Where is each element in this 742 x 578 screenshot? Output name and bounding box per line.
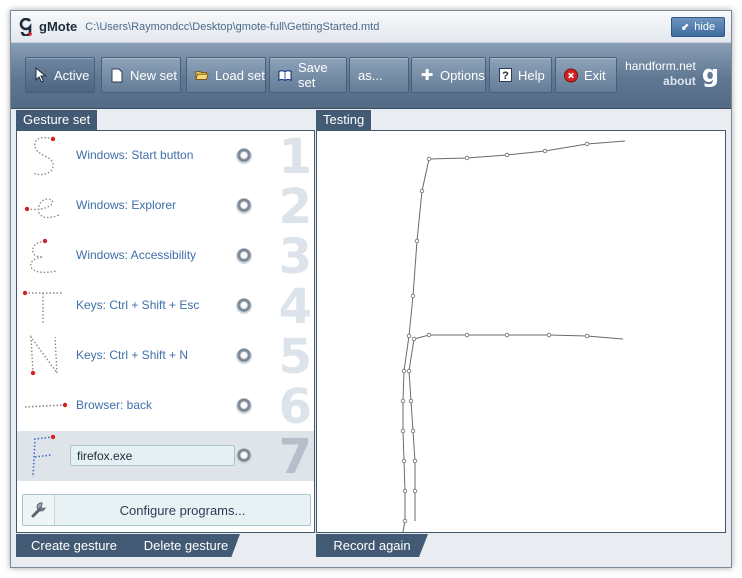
gesture-label: Windows: Accessibility bbox=[76, 248, 197, 262]
help-icon: ? bbox=[498, 67, 512, 83]
hide-label: hide bbox=[694, 21, 716, 33]
brand-logo: g bbox=[701, 60, 719, 88]
arrow-down-left-icon: ⬋ bbox=[680, 21, 690, 33]
gesture-name-input[interactable]: firefox.exe bbox=[70, 445, 235, 466]
gesture-label: Browser: back bbox=[76, 398, 153, 412]
exit-button[interactable]: Exit bbox=[555, 57, 617, 93]
file-path: C:\Users\Raymondcc\Desktop\gmote-full\Ge… bbox=[85, 20, 380, 33]
brand-link[interactable]: handform.net bbox=[625, 59, 696, 74]
configure-programs-button[interactable]: Configure programs... bbox=[22, 494, 311, 526]
gesture-label: Windows: Explorer bbox=[76, 198, 177, 212]
open-folder-icon bbox=[195, 67, 209, 83]
save-set-label: Save set bbox=[298, 60, 328, 90]
about-link[interactable]: about bbox=[625, 74, 696, 89]
help-button[interactable]: ? Help bbox=[489, 57, 552, 93]
toolbar: Active New set Load set Save set as... ✚… bbox=[11, 43, 731, 109]
new-set-button[interactable]: New set bbox=[101, 57, 181, 93]
wrench-icon bbox=[23, 495, 55, 525]
gesture-label: Keys: Ctrl + Shift + Esc bbox=[76, 298, 200, 312]
gesture-row[interactable]: Windows: Accessibility 3 bbox=[17, 229, 314, 285]
gesture-e-icon bbox=[24, 198, 60, 219]
gesture-list: Windows: Start button 1 Windows: Explore… bbox=[16, 129, 315, 533]
gesture-settings-icon[interactable] bbox=[236, 348, 252, 364]
title-bar: gMote C:\Users\Raymondcc\Desktop\gmote-f… bbox=[11, 11, 731, 43]
delete-gesture-button[interactable]: Delete gesture bbox=[132, 534, 240, 557]
active-label: Active bbox=[54, 67, 90, 83]
close-circle-icon bbox=[564, 67, 578, 83]
record-again-button[interactable]: Record again bbox=[316, 534, 428, 557]
app-window: gMote C:\Users\Raymondcc\Desktop\gmote-f… bbox=[10, 10, 732, 568]
gesture-number: 1 bbox=[278, 129, 312, 185]
create-gesture-button[interactable]: Create gesture bbox=[16, 534, 132, 557]
gesture-settings-icon[interactable] bbox=[236, 448, 252, 464]
gesture-s-icon bbox=[32, 136, 56, 176]
testing-canvas[interactable] bbox=[316, 130, 726, 533]
new-set-label: New set bbox=[130, 67, 177, 83]
plus-icon: ✚ bbox=[420, 67, 434, 84]
gesture-number: 5 bbox=[278, 329, 312, 385]
test-gesture-trace bbox=[400, 140, 626, 532]
gesture-row[interactable]: Windows: Start button 1 bbox=[17, 129, 314, 185]
options-button[interactable]: ✚ Options bbox=[411, 57, 486, 93]
gesture-settings-icon[interactable] bbox=[236, 398, 252, 414]
new-document-icon bbox=[110, 67, 124, 83]
gesture-e-icon bbox=[30, 238, 58, 274]
gesture-number: 6 bbox=[278, 379, 312, 435]
help-label: Help bbox=[518, 67, 545, 83]
gesture-number: 4 bbox=[278, 279, 312, 335]
gesture-back-line-icon bbox=[24, 402, 67, 408]
gesture-number: 2 bbox=[278, 179, 312, 235]
gesture-label: Windows: Start button bbox=[76, 148, 194, 162]
configure-programs-label: Configure programs... bbox=[119, 503, 246, 518]
gmote-logo-icon bbox=[19, 17, 33, 36]
gesture-t-icon bbox=[23, 290, 63, 323]
gesture-set-tab: Gesture set bbox=[16, 110, 98, 130]
book-icon bbox=[278, 67, 292, 83]
gesture-row[interactable]: Keys: Ctrl + Shift + Esc 4 bbox=[17, 279, 314, 335]
gesture-row[interactable]: Windows: Explorer 2 bbox=[17, 179, 314, 235]
save-set-button[interactable]: Save set bbox=[269, 57, 347, 93]
gesture-settings-icon[interactable] bbox=[236, 298, 252, 314]
brand-block[interactable]: handform.net about g bbox=[625, 59, 719, 89]
load-set-button[interactable]: Load set bbox=[186, 57, 266, 93]
gesture-row[interactable]: Keys: Ctrl + Shift + N 5 bbox=[17, 329, 314, 385]
svg-text:?: ? bbox=[502, 70, 509, 82]
gesture-n-icon bbox=[30, 334, 58, 376]
save-as-button[interactable]: as... bbox=[349, 57, 409, 93]
app-name: gMote bbox=[39, 19, 78, 34]
gesture-f-icon bbox=[32, 434, 56, 478]
gesture-number: 3 bbox=[278, 229, 312, 285]
hide-button[interactable]: ⬋ hide bbox=[671, 17, 725, 37]
cursor-icon bbox=[34, 67, 48, 83]
options-label: Options bbox=[440, 67, 485, 83]
exit-label: Exit bbox=[584, 67, 606, 83]
active-button[interactable]: Active bbox=[25, 57, 95, 93]
gesture-row-selected[interactable]: firefox.exe 7 bbox=[17, 429, 314, 485]
gesture-settings-icon[interactable] bbox=[236, 248, 252, 264]
gesture-label: Keys: Ctrl + Shift + N bbox=[76, 348, 189, 362]
gesture-settings-icon[interactable] bbox=[236, 198, 252, 214]
save-as-label: as... bbox=[358, 67, 383, 83]
load-set-label: Load set bbox=[215, 67, 265, 83]
gesture-row[interactable]: Browser: back 6 bbox=[17, 379, 314, 435]
gesture-settings-icon[interactable] bbox=[236, 148, 252, 164]
gesture-number: 7 bbox=[278, 429, 312, 485]
testing-tab: Testing bbox=[316, 110, 372, 130]
